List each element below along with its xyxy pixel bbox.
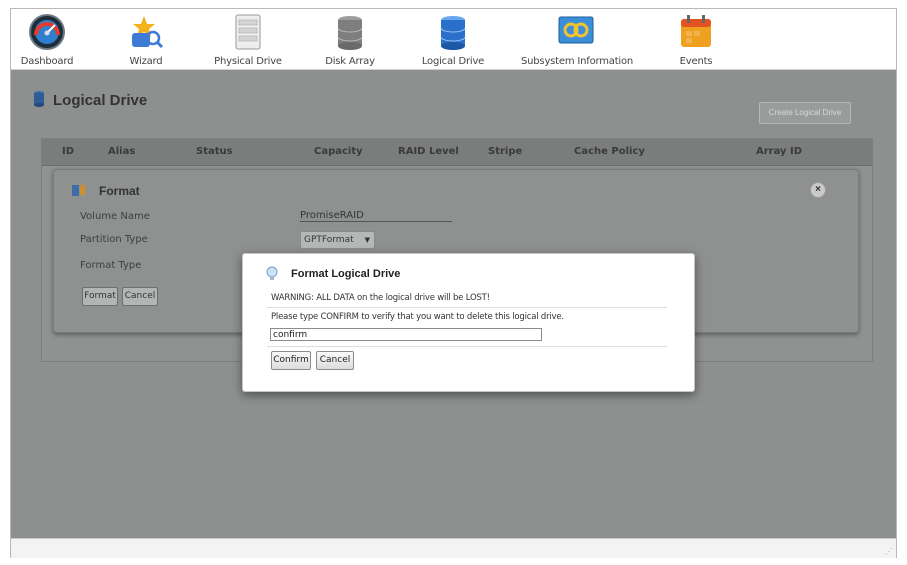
warning-text: WARNING: ALL DATA on the logical drive w… [271, 293, 490, 303]
column-header-id[interactable]: ID [62, 146, 74, 157]
info-bulb-icon [266, 266, 278, 280]
subsystem-info-icon [556, 13, 596, 51]
format-drive-icon [72, 184, 85, 196]
main-toolbar: Dashboard Wizard Physical Drive Disk Arr… [11, 9, 896, 70]
format-button[interactable]: Format [82, 287, 118, 306]
instruction-text: Please type CONFIRM to verify that you w… [271, 312, 564, 322]
logical-drive-icon [433, 13, 473, 51]
toolbar-events[interactable]: Events [651, 13, 741, 67]
toolbar-physical-drive[interactable]: Physical Drive [203, 13, 293, 67]
toolbar-label: Subsystem Information [521, 56, 634, 67]
dialog-title: Format Logical Drive [291, 268, 401, 280]
status-bar: ⋰ [11, 538, 896, 558]
logical-drive-small-icon [34, 91, 44, 107]
confirm-button[interactable]: Confirm [271, 351, 311, 370]
close-icon[interactable]: × [810, 182, 826, 198]
events-calendar-icon [676, 13, 716, 51]
dashboard-gauge-icon [27, 13, 67, 51]
volume-name-label: Volume Name [80, 211, 150, 222]
table-header-row: ID Alias Status Capacity RAID Level Stri… [42, 139, 872, 166]
toolbar-subsystem-information[interactable]: Subsystem Information [521, 13, 634, 67]
partition-type-select[interactable]: GPTFormat ▼ [300, 231, 375, 249]
column-header-array-id[interactable]: Array ID [756, 146, 802, 157]
wizard-icon [126, 13, 166, 51]
physical-drive-icon [228, 13, 268, 51]
page-title: Logical Drive [53, 92, 148, 109]
disk-array-icon [330, 13, 370, 51]
column-header-alias[interactable]: Alias [108, 146, 135, 157]
partition-type-label: Partition Type [80, 234, 148, 245]
toolbar-wizard[interactable]: Wizard [101, 13, 191, 67]
column-header-status[interactable]: Status [196, 146, 233, 157]
chevron-down-icon: ▼ [364, 236, 370, 244]
volume-name-field[interactable]: PromiseRAID [300, 210, 452, 222]
column-header-raid-level[interactable]: RAID Level [398, 146, 459, 157]
toolbar-logical-drive[interactable]: Logical Drive [408, 13, 498, 67]
toolbar-label: Logical Drive [421, 56, 485, 67]
column-header-capacity[interactable]: Capacity [314, 146, 363, 157]
toolbar-label: Disk Array [325, 56, 375, 67]
toolbar-disk-array[interactable]: Disk Array [305, 13, 395, 67]
partition-type-value: GPTFormat [304, 235, 354, 245]
create-logical-drive-button[interactable]: Create Logical Drive [759, 102, 851, 124]
divider [267, 307, 667, 308]
toolbar-label: Physical Drive [214, 56, 282, 67]
toolbar-dashboard[interactable]: Dashboard [2, 13, 92, 67]
format-panel-title: Format [99, 184, 140, 198]
toolbar-label: Wizard [129, 56, 163, 67]
column-header-stripe[interactable]: Stripe [488, 146, 522, 157]
cancel-format-button[interactable]: Cancel [122, 287, 158, 306]
toolbar-label: Events [679, 56, 713, 67]
format-type-label: Format Type [80, 260, 142, 271]
divider [267, 346, 667, 347]
confirm-input[interactable]: confirm [270, 328, 542, 341]
resize-grip-icon[interactable]: ⋰ [885, 547, 893, 556]
toolbar-label: Dashboard [20, 56, 74, 67]
cancel-button[interactable]: Cancel [316, 351, 354, 370]
column-header-cache-policy[interactable]: Cache Policy [574, 146, 645, 157]
format-logical-drive-dialog: Format Logical Drive WARNING: ALL DATA o… [242, 253, 695, 392]
